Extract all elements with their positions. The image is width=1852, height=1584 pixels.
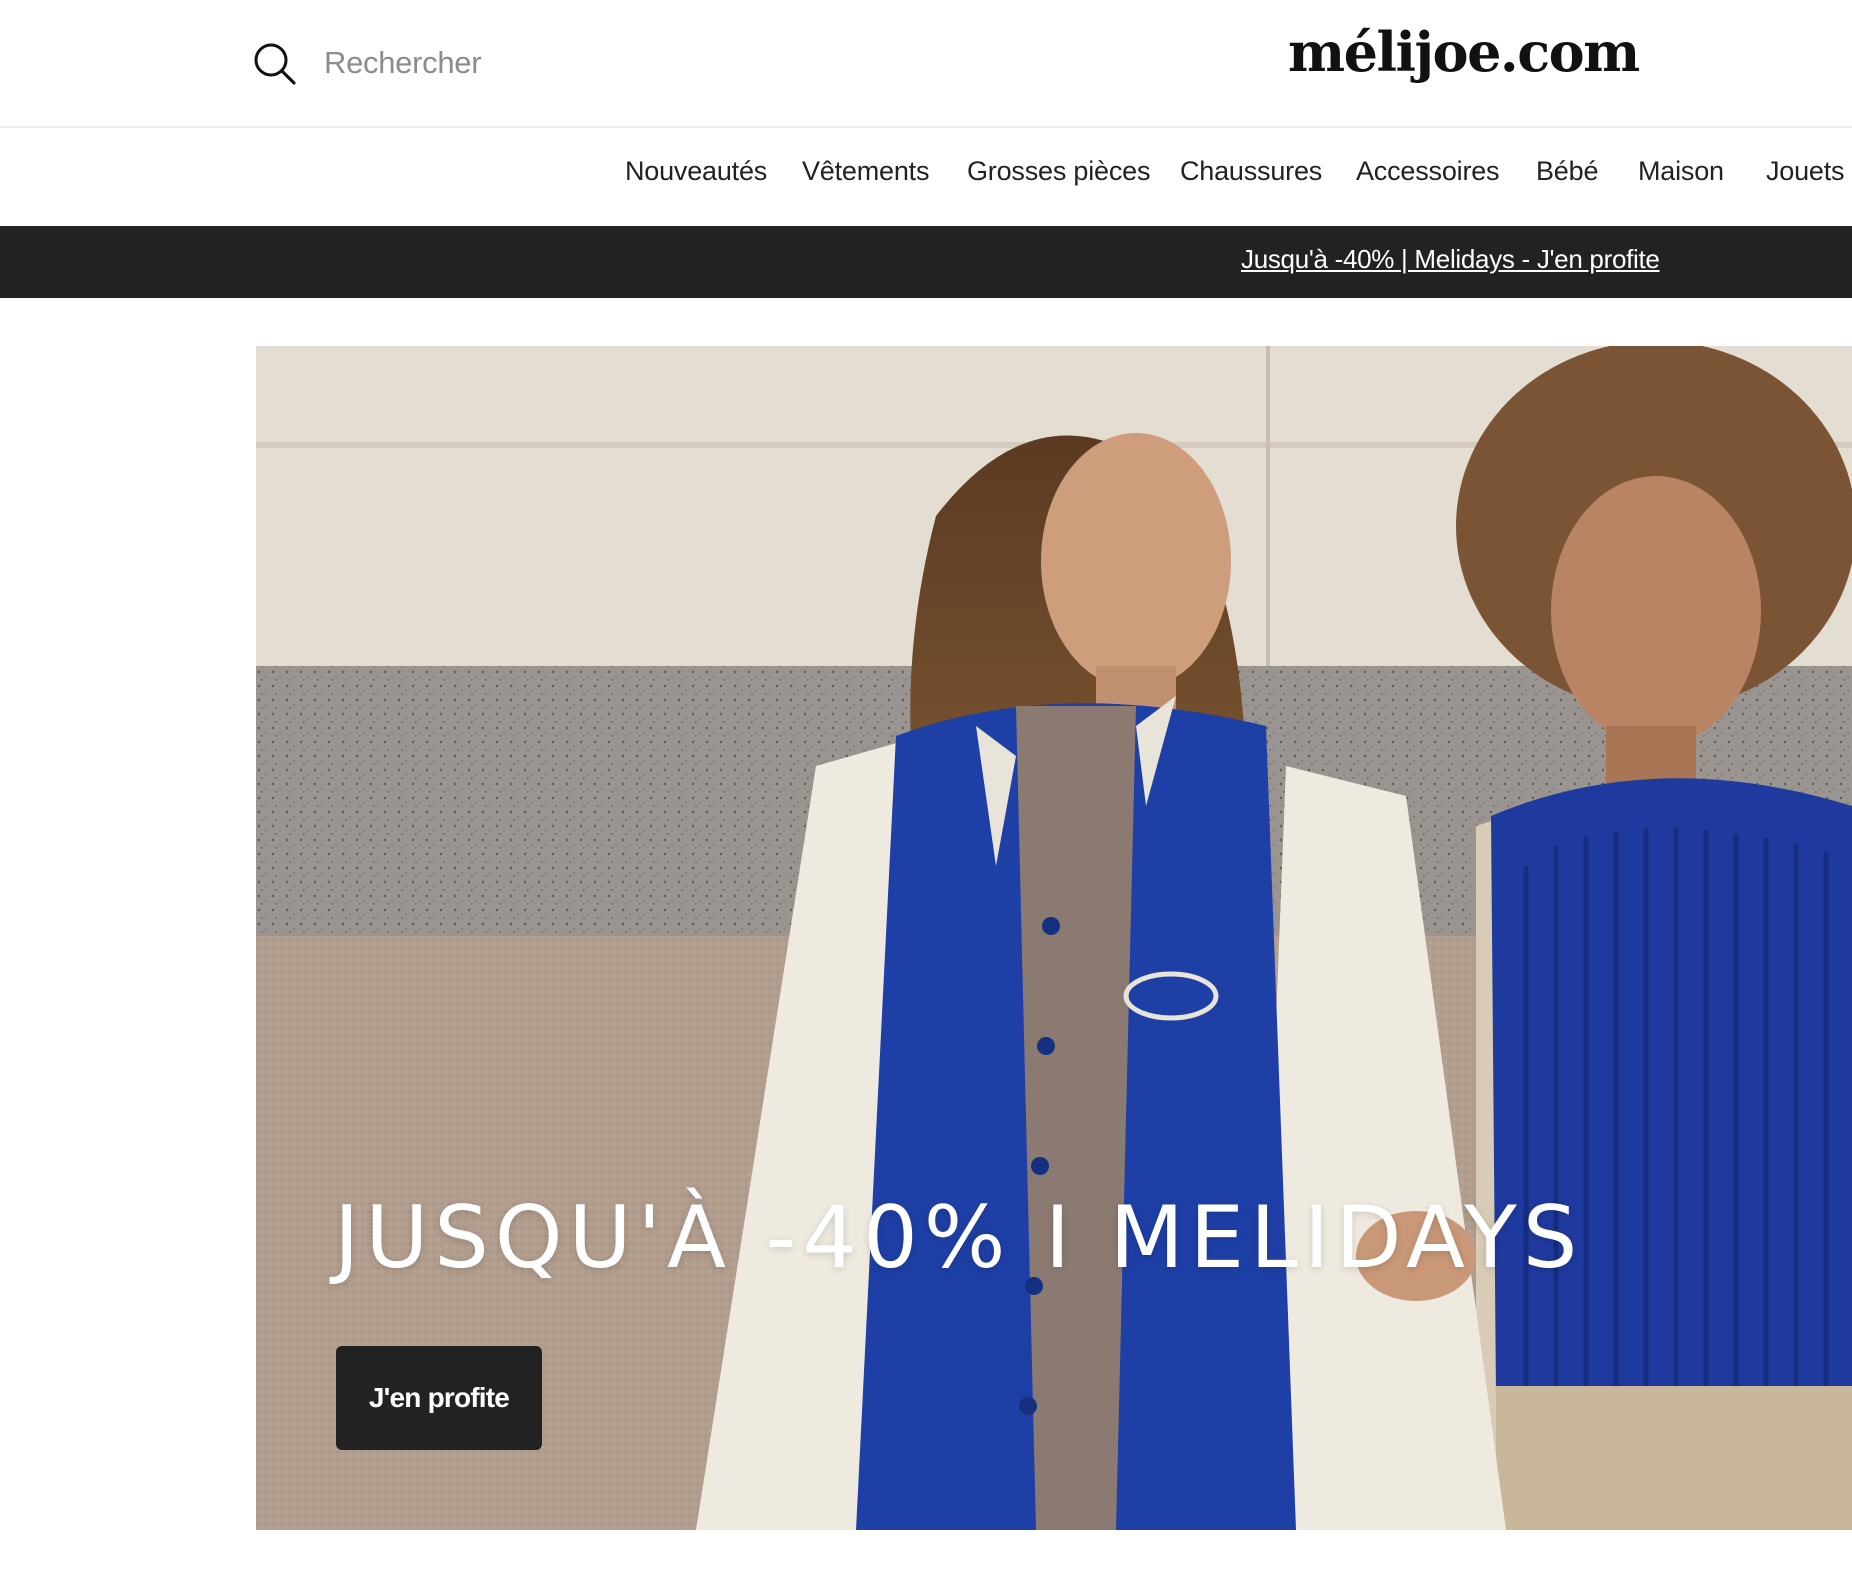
nav-item-grosses-pieces[interactable]: Grosses pièces [967, 156, 1150, 187]
hero-cta-button[interactable]: J'en profite [336, 1346, 542, 1450]
hero-banner[interactable]: JUSQU'À -40% I MELIDAYS J'en profite [256, 346, 1852, 1530]
promo-link[interactable]: Jusqu'à -40% | Melidays - J'en profite [1241, 244, 1660, 275]
page: mélijoe.com Nouveautés Vêtements Grosses… [0, 0, 1852, 1584]
nav-item-bebe[interactable]: Bébé [1536, 156, 1598, 187]
nav-item-vetements[interactable]: Vêtements [802, 156, 929, 187]
site-header: mélijoe.com [0, 0, 1852, 128]
search-bar[interactable] [252, 38, 626, 88]
site-logo[interactable]: mélijoe.com [1288, 20, 1640, 84]
search-input[interactable] [322, 44, 626, 82]
hero-title: JUSQU'À -40% I MELIDAYS [334, 1188, 1584, 1288]
nav-item-nouveautes[interactable]: Nouveautés [625, 156, 767, 187]
nav-item-accessoires[interactable]: Accessoires [1356, 156, 1500, 187]
promo-banner: Jusqu'à -40% | Melidays - J'en profite [0, 226, 1852, 298]
main-nav: Nouveautés Vêtements Grosses pièces Chau… [0, 128, 1852, 226]
search-icon[interactable] [252, 41, 296, 85]
nav-item-maison[interactable]: Maison [1638, 156, 1724, 187]
nav-item-jouets[interactable]: Jouets [1766, 156, 1845, 187]
nav-item-chaussures[interactable]: Chaussures [1180, 156, 1322, 187]
